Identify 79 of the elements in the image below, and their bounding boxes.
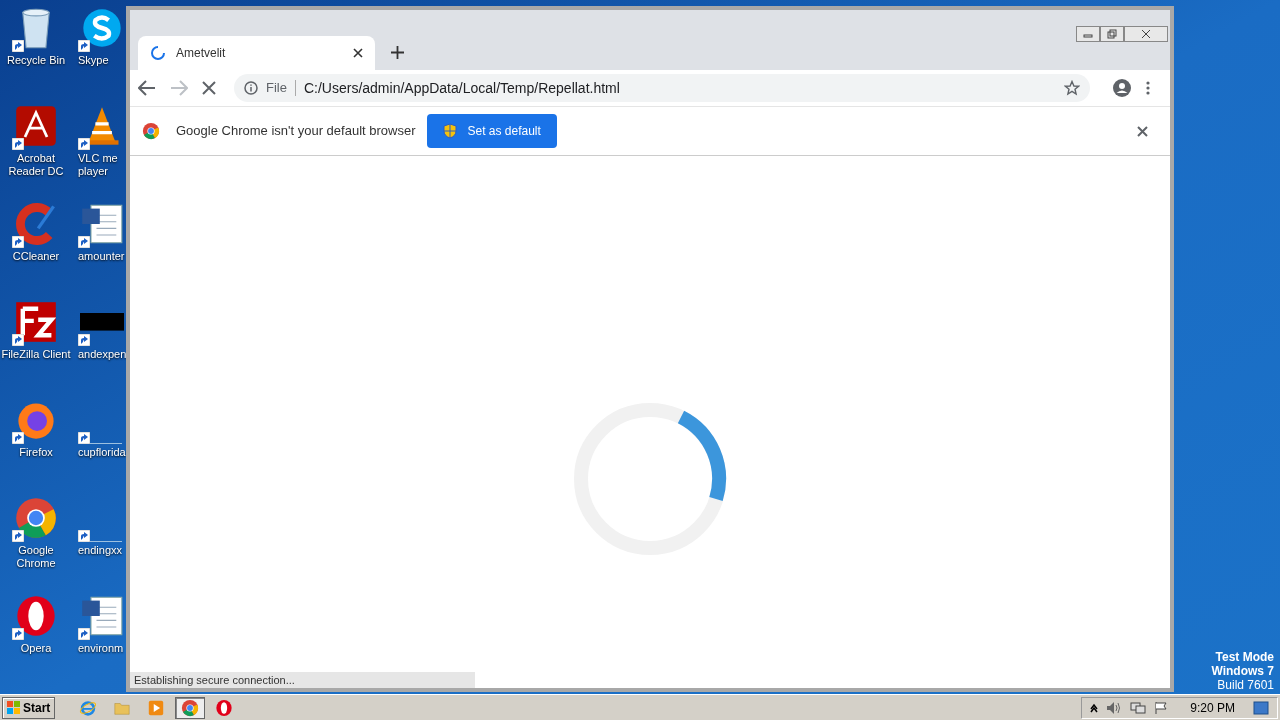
desktop-icon-label[interactable]: Skype xyxy=(78,54,109,67)
desktop-icon-label[interactable]: Opera xyxy=(20,642,52,655)
desktop-icon-label[interactable]: endingxx xyxy=(78,544,123,557)
clock-time[interactable]: 9:20 PM xyxy=(1190,698,1235,717)
loading-spinner-icon xyxy=(150,45,166,61)
minimize-button[interactable] xyxy=(1076,26,1100,42)
show-desktop-icon[interactable] xyxy=(1253,700,1269,715)
account-icon[interactable] xyxy=(1112,78,1132,98)
desktop-icon-label[interactable]: Recycle Bin xyxy=(6,54,66,67)
close-icon xyxy=(1141,29,1151,39)
speaker-icon[interactable] xyxy=(1106,700,1123,715)
close-button[interactable] xyxy=(1124,26,1168,42)
media-player-icon xyxy=(147,698,166,717)
scheme-label: File xyxy=(266,79,287,98)
desktop-icon-label[interactable]: andexpen xyxy=(78,348,126,361)
chrome-icon xyxy=(142,122,160,140)
acrobat-icon xyxy=(14,104,58,148)
shortcut-arrow-icon xyxy=(78,334,90,346)
restore-button[interactable] xyxy=(1100,26,1124,42)
stop-icon[interactable] xyxy=(202,81,216,95)
shortcut-arrow-icon xyxy=(12,236,24,248)
loading-spinner-icon xyxy=(572,401,728,557)
start-button[interactable]: Start xyxy=(2,696,56,719)
set-default-button[interactable]: Set as default xyxy=(427,114,557,148)
shortcut-arrow-icon xyxy=(12,40,24,52)
filezilla-icon xyxy=(14,300,58,344)
internet-explorer-icon xyxy=(79,698,98,717)
skype-icon xyxy=(80,6,124,50)
desktop-icon-label[interactable]: Firefox xyxy=(19,446,53,459)
shield-icon xyxy=(443,123,458,139)
shortcut-arrow-icon xyxy=(12,432,24,444)
network-icon[interactable] xyxy=(1130,700,1147,715)
close-icon[interactable] xyxy=(1137,125,1148,137)
desktop-icon-label[interactable]: Google Chrome xyxy=(16,544,56,570)
shortcut-arrow-icon xyxy=(12,138,24,150)
status-text: Establishing secure connection... xyxy=(130,672,475,688)
menu-icon[interactable] xyxy=(1146,81,1150,95)
shortcut-arrow-icon xyxy=(78,40,90,52)
desktop-icon-label[interactable]: Acrobat Reader DC xyxy=(8,152,64,178)
desktop-icon-label[interactable]: cupflorida xyxy=(78,446,126,459)
shortcut-arrow-icon xyxy=(12,334,24,346)
desktop-icon-label[interactable]: amounter xyxy=(78,250,125,263)
document-icon xyxy=(80,202,124,246)
chevron-up-icon[interactable] xyxy=(1090,702,1099,713)
opera-icon xyxy=(215,698,234,717)
chrome-icon xyxy=(181,698,200,717)
back-arrow-icon[interactable] xyxy=(138,80,156,96)
browser-tab[interactable]: Ametvelit xyxy=(138,36,375,70)
address-bar[interactable]: File C:/Users/admin/AppData/Local/Temp/Repellat.html xyxy=(234,74,1090,102)
desktop-icon-label[interactable]: CCleaner xyxy=(12,250,60,263)
windows-logo-icon xyxy=(7,700,21,715)
dark-thumbnail-icon xyxy=(80,313,124,331)
desktop-icon-label[interactable]: FileZilla Client xyxy=(1,348,71,361)
system-notice-text: Build 7601 xyxy=(1217,678,1274,692)
document-icon xyxy=(80,594,124,638)
shortcut-arrow-icon xyxy=(12,628,24,640)
close-icon[interactable] xyxy=(353,48,363,58)
chrome-icon xyxy=(14,496,58,540)
system-notice-text: Test Mode xyxy=(1215,650,1274,664)
new-tab-icon[interactable] xyxy=(391,46,404,59)
desktop-icon-label[interactable]: environm xyxy=(78,642,124,655)
star-icon[interactable] xyxy=(1064,80,1080,96)
shortcut-arrow-icon xyxy=(12,530,24,542)
flag-icon[interactable] xyxy=(1154,700,1169,715)
taskbar-app-button[interactable] xyxy=(175,696,206,719)
tab-title: Ametvelit xyxy=(176,45,227,62)
restore-icon xyxy=(1107,29,1117,39)
shortcut-arrow-icon xyxy=(78,628,90,640)
shortcut-arrow-icon xyxy=(78,236,90,248)
info-icon xyxy=(244,81,258,95)
shortcut-arrow-icon xyxy=(78,432,90,444)
url-text: C:/Users/admin/AppData/Local/Temp/Repellat.html xyxy=(303,78,621,98)
opera-icon xyxy=(14,594,58,638)
infobar-message: Google Chrome isn't your default browser xyxy=(176,122,416,141)
ccleaner-icon xyxy=(14,202,58,246)
shortcut-arrow-icon xyxy=(78,138,90,150)
desktop-icon-label[interactable]: VLC me player xyxy=(78,152,118,178)
system-notice-text: Windows 7 xyxy=(1211,664,1274,678)
shortcut-arrow-icon xyxy=(78,530,90,542)
